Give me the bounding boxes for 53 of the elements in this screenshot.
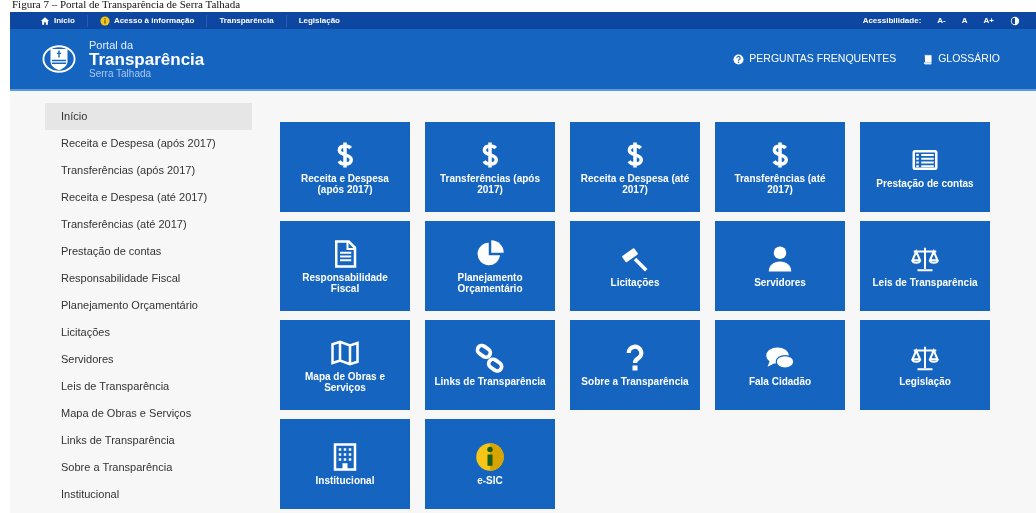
- city-name: Serra Talhada: [89, 67, 152, 79]
- portal-subtitle: Portal da: [89, 39, 135, 51]
- nav-link[interactable]: Transparência: [207, 14, 287, 27]
- tile-link[interactable]: Servidores: [715, 221, 845, 311]
- tile-link[interactable]: Responsabilidade Fiscal: [280, 221, 410, 311]
- sidebar-item[interactable]: Institucional: [45, 481, 252, 508]
- tile-link[interactable]: Planejamento Orçamentário: [425, 221, 555, 311]
- sidebar-item[interactable]: Responsabilidade Fiscal: [45, 265, 252, 292]
- accessibility-label: Acessibilidade:: [862, 14, 922, 27]
- tile-link[interactable]: Sobre a Transparência: [570, 320, 700, 410]
- tile-link[interactable]: Links de Transparência: [425, 320, 555, 410]
- figure-caption: Figura 7 – Portal de Transparência de Serra Talhada: [11, 0, 242, 12]
- sidebar-item[interactable]: Transferências (até 2017): [45, 211, 252, 238]
- font-size-button[interactable]: A-: [929, 14, 954, 27]
- info-icon: [475, 442, 505, 472]
- sidebar-item[interactable]: Servidores: [45, 346, 252, 373]
- header-link[interactable]: GLOSSÁRIO: [922, 51, 1000, 67]
- tile-link[interactable]: Legislação: [860, 320, 990, 410]
- contrast-icon[interactable]: [1010, 15, 1020, 26]
- nav-link[interactable]: Início: [40, 14, 88, 27]
- header-link[interactable]: PERGUNTAS FRENQUENTES: [733, 51, 897, 67]
- tile-link[interactable]: Leis de Transparência: [860, 221, 990, 311]
- sidebar-item[interactable]: Início: [45, 103, 252, 130]
- sidebar-item[interactable]: Receita e Despesa (até 2017): [45, 184, 252, 211]
- sidebar-item[interactable]: Links de Transparência: [45, 427, 252, 454]
- sidebar-item[interactable]: Prestação de contas: [45, 238, 252, 265]
- tile-link[interactable]: Receita e Despesa (até 2017): [570, 122, 700, 212]
- help-icon: [733, 53, 745, 65]
- tile-link[interactable]: Institucional: [280, 419, 410, 509]
- sidebar-item[interactable]: Receita e Despesa (após 2017): [45, 130, 252, 157]
- portal-title: Transparência: [89, 50, 205, 68]
- nav-link[interactable]: Acesso à informação: [87, 14, 208, 27]
- font-size-button[interactable]: A+: [975, 14, 1002, 27]
- chain-link-icon: [475, 343, 505, 373]
- tile-link[interactable]: Prestação de contas: [860, 122, 990, 212]
- sidebar-item[interactable]: Licitações: [45, 319, 252, 346]
- nav-link[interactable]: Legislação: [286, 14, 352, 27]
- sidebar-item[interactable]: Mapa de Obras e Serviços: [45, 400, 252, 427]
- info-icon: [99, 15, 110, 26]
- sidebar-item[interactable]: Leis de Transparência: [45, 373, 252, 400]
- tile-link[interactable]: Transferências (até 2017): [715, 122, 845, 212]
- tile-link[interactable]: Mapa de Obras e Serviços: [280, 320, 410, 410]
- tile-link[interactable]: Transferências (após 2017): [425, 122, 555, 212]
- book-icon: [922, 53, 934, 65]
- tile-link[interactable]: Fala Cidadão: [715, 320, 845, 410]
- home-icon: [40, 15, 50, 26]
- font-size-button[interactable]: A: [953, 14, 976, 27]
- sidebar-item[interactable]: Sobre a Transparência: [45, 454, 252, 481]
- tile-link[interactable]: Receita e Despesa (após 2017): [280, 122, 410, 212]
- sidebar-item[interactable]: Transferências (após 2017): [45, 157, 252, 184]
- sidebar-item[interactable]: Planejamento Orçamentário: [45, 292, 252, 319]
- tile-link[interactable]: e-SIC: [425, 419, 555, 509]
- tile-link[interactable]: Licitações: [570, 221, 700, 311]
